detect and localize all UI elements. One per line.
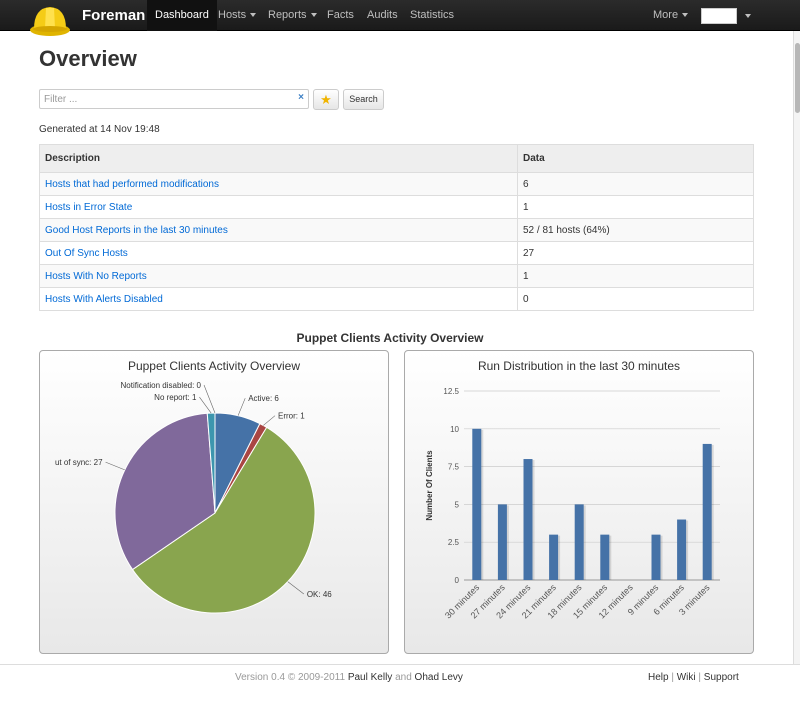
good-reports-link[interactable]: Good Host Reports in the last 30 minutes	[45, 225, 228, 236]
pie-data-label: Error: 1	[278, 412, 305, 421]
bar-18-minutes[interactable]	[574, 504, 584, 580]
table-row: Hosts that had performed modifications 6	[39, 172, 754, 196]
footer-links: Help | Wiki | Support	[648, 672, 739, 683]
out-of-sync-link[interactable]: Out Of Sync Hosts	[45, 248, 128, 259]
y-axis-label: Number Of Clients	[425, 450, 434, 521]
brand-name[interactable]: Foreman	[82, 7, 145, 24]
pie-label-connector	[105, 461, 125, 471]
clear-icon[interactable]: ×	[298, 92, 304, 103]
author-link-paul-kelly[interactable]: Paul Kelly	[348, 672, 392, 683]
bar-6-minutes[interactable]	[677, 519, 687, 580]
star-icon: ★	[320, 92, 332, 107]
table-row: Hosts in Error State 1	[39, 195, 754, 219]
table-cell-description: Hosts With No Reports	[39, 264, 518, 288]
and-text: and	[395, 672, 412, 683]
hosts-modified-link[interactable]: Hosts that had performed modifications	[45, 179, 219, 190]
column-header-description: Description	[39, 144, 518, 173]
y-tick-label: 2.5	[448, 538, 460, 547]
table-row: Good Host Reports in the last 30 minutes…	[39, 218, 754, 242]
table-cell-data: 52 / 81 hosts (64%)	[517, 218, 754, 242]
nav-statistics[interactable]: Statistics	[402, 0, 462, 31]
bar-24-minutes[interactable]	[523, 459, 533, 580]
bar-3-minutes[interactable]	[702, 443, 712, 580]
y-tick-label: 10	[450, 425, 459, 434]
page-title: Overview	[39, 46, 137, 71]
chevron-down-icon	[310, 13, 317, 18]
table-cell-description: Hosts in Error State	[39, 195, 518, 219]
pie-data-label: Notification disabled: 0	[121, 381, 202, 390]
pie-data-label: OK: 46	[307, 590, 332, 599]
nav-reports[interactable]: Reports	[260, 0, 325, 31]
filter-box: ×	[39, 89, 309, 109]
filter-input[interactable]	[40, 90, 294, 108]
overview-table: Description Data Hosts that had performe…	[39, 144, 754, 311]
nav-dashboard[interactable]: Dashboard	[147, 0, 217, 31]
footer: Version 0.4 © 2009-2011 Paul Kelly and O…	[0, 664, 800, 702]
scrollbar-thumb[interactable]	[795, 43, 800, 113]
table-cell-description: Hosts that had performed modifications	[39, 172, 518, 196]
bar-21-minutes[interactable]	[549, 534, 559, 580]
charts-heading: Puppet Clients Activity Overview	[296, 331, 484, 345]
table-row: Hosts With No Reports 1	[39, 264, 754, 288]
pie-chart: Active: 6 Error: 1 OK: 46 ut of sync: 27 No …	[55, 381, 332, 614]
pie-label-connector	[199, 396, 212, 414]
author-link-ohad-levy[interactable]: Ohad Levy	[415, 672, 463, 683]
top-navbar: Foreman Dashboard Hosts Reports Facts Au…	[0, 0, 800, 36]
nav-facts[interactable]: Facts	[319, 0, 362, 31]
table-cell-description: Good Host Reports in the last 30 minutes	[39, 218, 518, 242]
table-cell-data: 0	[517, 287, 754, 311]
nav-hosts-label: Hosts	[218, 9, 247, 21]
table-row: Hosts With Alerts Disabled 0	[39, 287, 754, 311]
nav-more[interactable]: More	[645, 0, 696, 31]
bar-chart-panel: Run Distribution in the last 30 minutes …	[404, 350, 754, 654]
version-info: Version 0.4 © 2009-2011 Paul Kelly and O…	[235, 672, 463, 683]
pie-data-label: ut of sync: 27	[55, 458, 103, 467]
wiki-link[interactable]: Wiki	[677, 672, 696, 683]
search-button[interactable]: Search	[343, 89, 384, 110]
table-cell-data: 1	[517, 195, 754, 219]
nav-audits[interactable]: Audits	[359, 0, 406, 31]
help-link[interactable]: Help	[648, 672, 669, 683]
nav-more-label: More	[653, 9, 679, 21]
bar-27-minutes[interactable]	[497, 504, 507, 580]
y-tick-label: 0	[455, 576, 460, 585]
table-cell-data: 1	[517, 264, 754, 288]
hardhat-logo-icon[interactable]	[28, 2, 74, 40]
bar-9-minutes[interactable]	[651, 534, 661, 580]
user-menu[interactable]	[701, 8, 737, 24]
table-header-row: Description Data	[39, 144, 754, 173]
scrollbar[interactable]	[793, 31, 800, 664]
bar-15-minutes[interactable]	[600, 534, 610, 580]
table-cell-description: Out Of Sync Hosts	[39, 241, 518, 265]
no-reports-link[interactable]: Hosts With No Reports	[45, 271, 147, 282]
pie-label-connector	[237, 398, 246, 416]
pie-data-label: No report: 1	[154, 393, 197, 402]
table-row: Out Of Sync Hosts 27	[39, 241, 754, 265]
generated-timestamp: Generated at 14 Nov 19:48	[39, 124, 160, 135]
column-header-data: Data	[517, 144, 754, 173]
bar-30-minutes[interactable]	[472, 428, 482, 580]
alerts-disabled-link[interactable]: Hosts With Alerts Disabled	[45, 294, 163, 305]
version-text: Version 0.4 © 2009-2011	[235, 672, 346, 683]
pie-label-connector	[287, 581, 305, 595]
y-tick-label: 12.5	[443, 387, 459, 396]
table-cell-description: Hosts With Alerts Disabled	[39, 287, 518, 311]
chevron-down-icon	[682, 13, 689, 18]
table-cell-data: 27	[517, 241, 754, 265]
bookmark-button[interactable]: ★	[313, 89, 339, 110]
chevron-down-icon	[250, 13, 257, 18]
table-cell-data: 6	[517, 172, 754, 196]
nav-hosts[interactable]: Hosts	[210, 0, 264, 31]
support-link[interactable]: Support	[704, 672, 739, 683]
chevron-down-icon[interactable]	[745, 14, 751, 18]
y-tick-label: 5	[455, 500, 460, 509]
hosts-error-link[interactable]: Hosts in Error State	[45, 202, 132, 213]
nav-reports-label: Reports	[268, 9, 307, 21]
pie-label-connector	[263, 415, 276, 426]
pie-data-label: Active: 6	[248, 394, 279, 403]
bar-chart: 02.557.51012.5Number Of Clients30 minute…	[425, 387, 720, 621]
pie-label-connector	[203, 384, 216, 414]
y-tick-label: 7.5	[448, 463, 460, 472]
pie-chart-panel: Puppet Clients Activity Overview Active:…	[39, 350, 389, 654]
